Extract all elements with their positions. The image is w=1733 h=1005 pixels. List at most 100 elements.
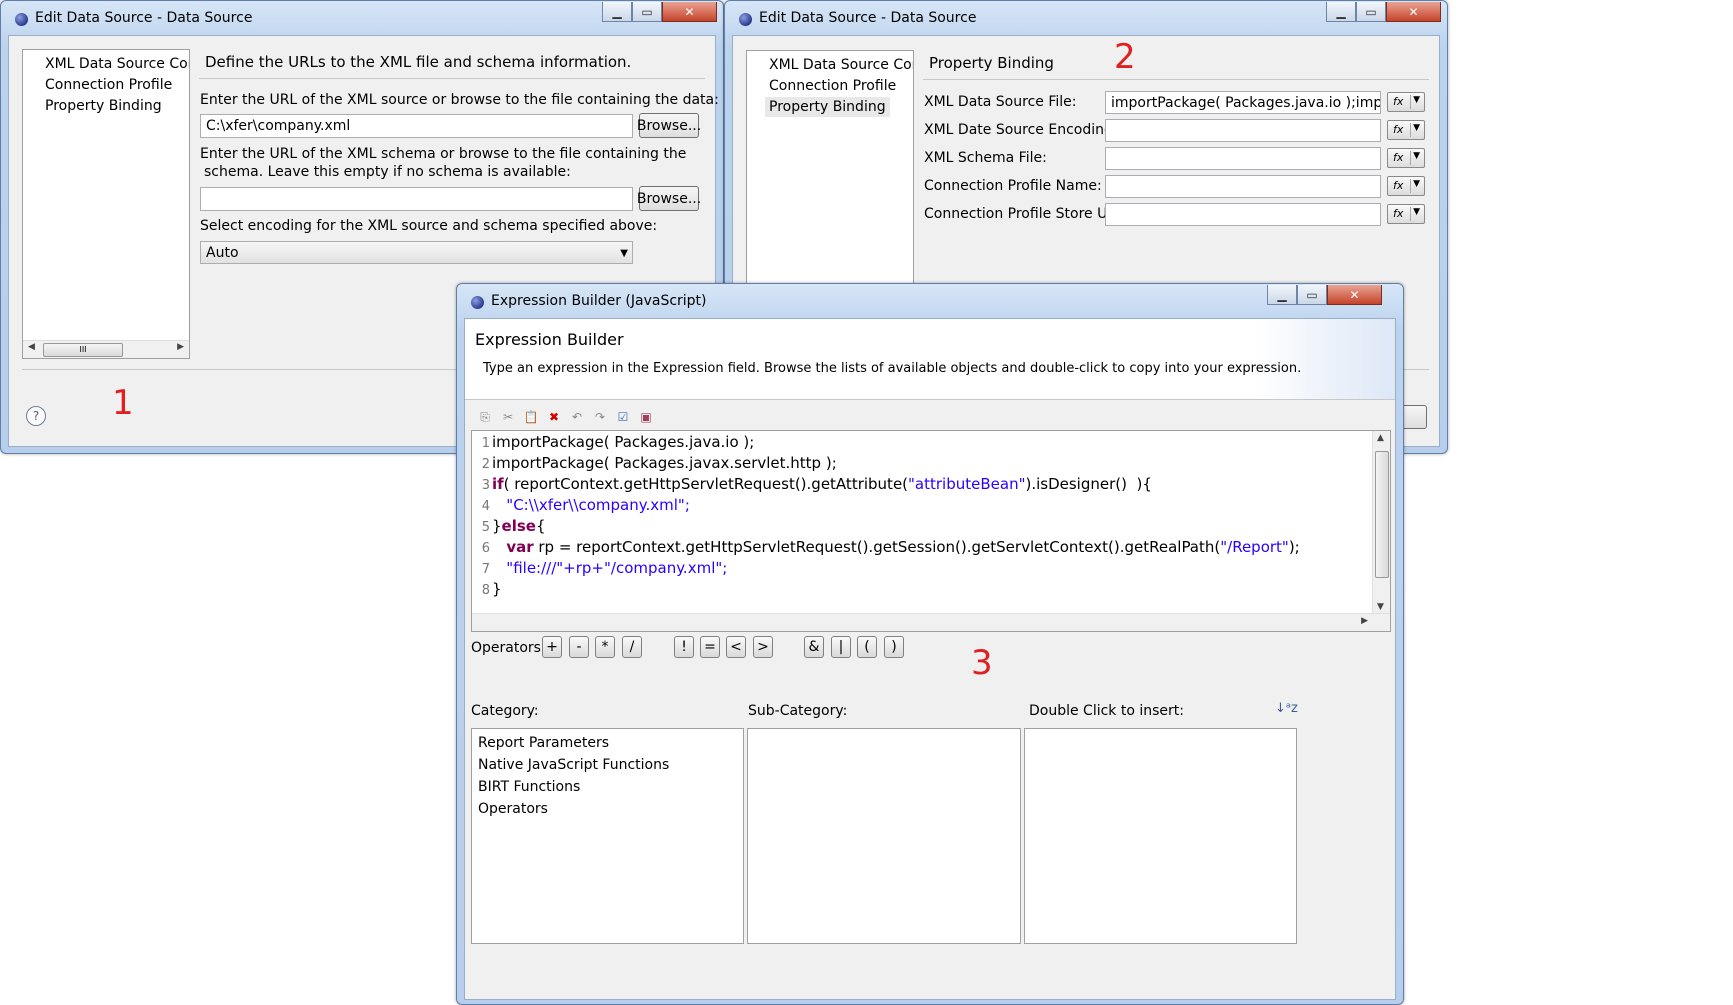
code-text-4: "C:\\xfer\\company.xml"; xyxy=(492,496,690,514)
operator-minus-button[interactable]: - xyxy=(569,636,589,658)
question-circle-icon: ? xyxy=(32,409,40,423)
close-button[interactable]: ✕ xyxy=(1327,285,1382,305)
close-button[interactable]: ✕ xyxy=(1386,2,1441,22)
xml-schema-file-input[interactable] xyxy=(1105,147,1381,170)
close-button[interactable]: ✕ xyxy=(662,2,717,22)
maximize-button[interactable]: ▭ xyxy=(1356,2,1386,22)
fx-icon: fx xyxy=(1393,123,1404,136)
dropdown-arrow-icon: ▼ xyxy=(1413,151,1420,161)
nav-item-xml-data-source[interactable]: XML Data Source Connection xyxy=(765,55,913,75)
code-text-7: "file:///"+rp+"/company.xml"; xyxy=(492,559,728,577)
xml-encoding-input[interactable] xyxy=(1105,119,1381,142)
delete-icon[interactable]: ✖ xyxy=(547,410,561,424)
cut-icon[interactable]: ✂ xyxy=(501,410,515,424)
category-item-report-parameters[interactable]: Report Parameters xyxy=(478,732,609,754)
code-text-3: if( reportContext.getHttpServletRequest(… xyxy=(492,475,1152,493)
fx-icon: fx xyxy=(1393,207,1404,220)
fx-icon: fx xyxy=(1393,151,1404,164)
fx-separator xyxy=(1410,207,1411,221)
schema-input[interactable] xyxy=(200,187,633,211)
fx-button-store-url[interactable]: fx ▼ xyxy=(1387,204,1425,224)
dropdown-arrow-icon: ▼ xyxy=(620,248,628,259)
sub-category-list[interactable] xyxy=(747,728,1021,944)
sort-icon[interactable]: ↓ᵃz xyxy=(1275,701,1298,716)
scroll-down-icon[interactable]: ▼ xyxy=(1377,602,1384,612)
encoding-label: Select encoding for the XML source and s… xyxy=(200,218,658,234)
code-line-6: 6 var rp = reportContext.getHttpServletR… xyxy=(481,538,1300,556)
operator-multiply-button[interactable]: * xyxy=(595,636,615,658)
fx-button-encoding[interactable]: fx ▼ xyxy=(1387,120,1425,140)
scroll-left-icon[interactable]: ◀ xyxy=(28,342,35,352)
scroll-right-icon[interactable]: ▶ xyxy=(177,342,184,352)
connection-profile-store-url-input[interactable] xyxy=(1105,203,1381,226)
scroll-thumb[interactable]: III xyxy=(43,343,123,357)
expression-editor[interactable]: 1 importPackage( Packages.java.io ); 2 imp… xyxy=(471,430,1391,632)
operator-and-button[interactable]: & xyxy=(804,636,824,658)
xml-encoding-label: XML Date Source Encoding: xyxy=(924,122,1118,138)
nav-item-property-binding[interactable]: Property Binding xyxy=(765,97,890,117)
validate-icon[interactable]: ☑ xyxy=(616,410,630,424)
fx-button-schema-file[interactable]: fx ▼ xyxy=(1387,148,1425,168)
redo-icon[interactable]: ↷ xyxy=(593,410,607,424)
category-item-operators[interactable]: Operators xyxy=(478,798,548,820)
code-line-3: 3 if( reportContext.getHttpServletRequest… xyxy=(481,475,1152,493)
maximize-button[interactable]: ▭ xyxy=(1297,285,1327,305)
browse-schema-button[interactable]: Browse... xyxy=(637,186,701,211)
window-title: Edit Data Source - Data Source xyxy=(759,10,977,26)
minimize-button[interactable]: ▁ xyxy=(1267,285,1297,305)
scroll-up-icon[interactable]: ▲ xyxy=(1377,433,1384,443)
title-bar[interactable]: Edit Data Source - Data Source ▁ ▭ ✕ xyxy=(1,1,723,37)
operator-close-paren-button[interactable]: ) xyxy=(884,636,904,658)
fx-icon: fx xyxy=(1393,95,1404,108)
annotation-marker-3: 3 xyxy=(971,643,993,683)
title-bar[interactable]: Edit Data Source - Data Source ▁ ▭ ✕ xyxy=(725,1,1447,37)
category-item-birt-functions[interactable]: BIRT Functions xyxy=(478,776,580,798)
xml-data-source-file-input[interactable]: importPackage( Packages.java.io );import… xyxy=(1105,91,1381,114)
calculator-icon[interactable]: ▣ xyxy=(639,410,653,424)
operator-equals-button[interactable]: = xyxy=(700,636,720,658)
url-input[interactable]: C:\xfer\company.xml xyxy=(200,114,633,138)
operator-or-button[interactable]: | xyxy=(831,636,851,658)
operator-greater-than-button[interactable]: > xyxy=(753,636,773,658)
horizontal-scrollbar[interactable]: ◀ III ▶ xyxy=(23,340,189,358)
title-bar[interactable]: Expression Builder (JavaScript) ▁ ▭ ✕ xyxy=(457,284,1403,320)
encoding-select[interactable]: Auto ▼ xyxy=(200,241,633,264)
connection-profile-name-input[interactable] xyxy=(1105,175,1381,198)
paste-icon[interactable]: 📋 xyxy=(524,410,539,424)
copy-icon[interactable]: ⎘ xyxy=(478,410,492,424)
scroll-thumb[interactable] xyxy=(1375,451,1389,578)
insert-items-list[interactable] xyxy=(1024,728,1297,944)
code-line-5: 5}else{ xyxy=(481,517,546,535)
operator-divide-button[interactable]: / xyxy=(622,636,642,658)
operator-plus-button[interactable]: + xyxy=(542,636,562,658)
category-list[interactable]: Report Parameters Native JavaScript Func… xyxy=(471,728,744,944)
maximize-button[interactable]: ▭ xyxy=(632,2,662,22)
browse-xml-button[interactable]: Browse... xyxy=(637,113,701,138)
horizontal-scrollbar[interactable]: ▶ xyxy=(472,613,1390,631)
scroll-right-icon[interactable]: ▶ xyxy=(1361,616,1368,626)
fx-button-data-source-file[interactable]: fx ▼ xyxy=(1387,92,1425,112)
nav-item-connection-profile[interactable]: Connection Profile xyxy=(41,75,176,95)
code-text-2: importPackage( Packages.javax.servlet.ht… xyxy=(492,454,837,472)
undo-icon[interactable]: ↶ xyxy=(570,410,584,424)
annotation-marker-2: 2 xyxy=(1114,37,1136,77)
page-nav-tree[interactable]: XML Data Source Connection Connection Pr… xyxy=(22,49,190,359)
operator-not-button[interactable]: ! xyxy=(674,636,694,658)
minimize-button[interactable]: ▁ xyxy=(602,2,632,22)
nav-item-connection-profile[interactable]: Connection Profile xyxy=(765,76,900,96)
vertical-scrollbar[interactable]: ▲ ▼ xyxy=(1372,431,1390,614)
xml-data-source-file-label: XML Data Source File: xyxy=(924,94,1077,110)
help-button[interactable]: ? xyxy=(26,406,46,426)
schema-label-line-1: Enter the URL of the XML schema or brows… xyxy=(200,146,687,162)
fx-button-profile-name[interactable]: fx ▼ xyxy=(1387,176,1425,196)
nav-item-xml-data-source[interactable]: XML Data Source Connection xyxy=(41,54,189,74)
minimize-button[interactable]: ▁ xyxy=(1326,2,1356,22)
fx-separator xyxy=(1410,95,1411,109)
connection-profile-store-url-label: Connection Profile Store URL: xyxy=(924,206,1130,222)
operator-open-paren-button[interactable]: ( xyxy=(857,636,877,658)
annotation-marker-1: 1 xyxy=(112,383,134,423)
nav-item-property-binding[interactable]: Property Binding xyxy=(41,96,166,116)
category-item-native-javascript-functions[interactable]: Native JavaScript Functions xyxy=(478,754,669,776)
operator-less-than-button[interactable]: < xyxy=(726,636,746,658)
operators-label: Operators: xyxy=(471,640,546,656)
